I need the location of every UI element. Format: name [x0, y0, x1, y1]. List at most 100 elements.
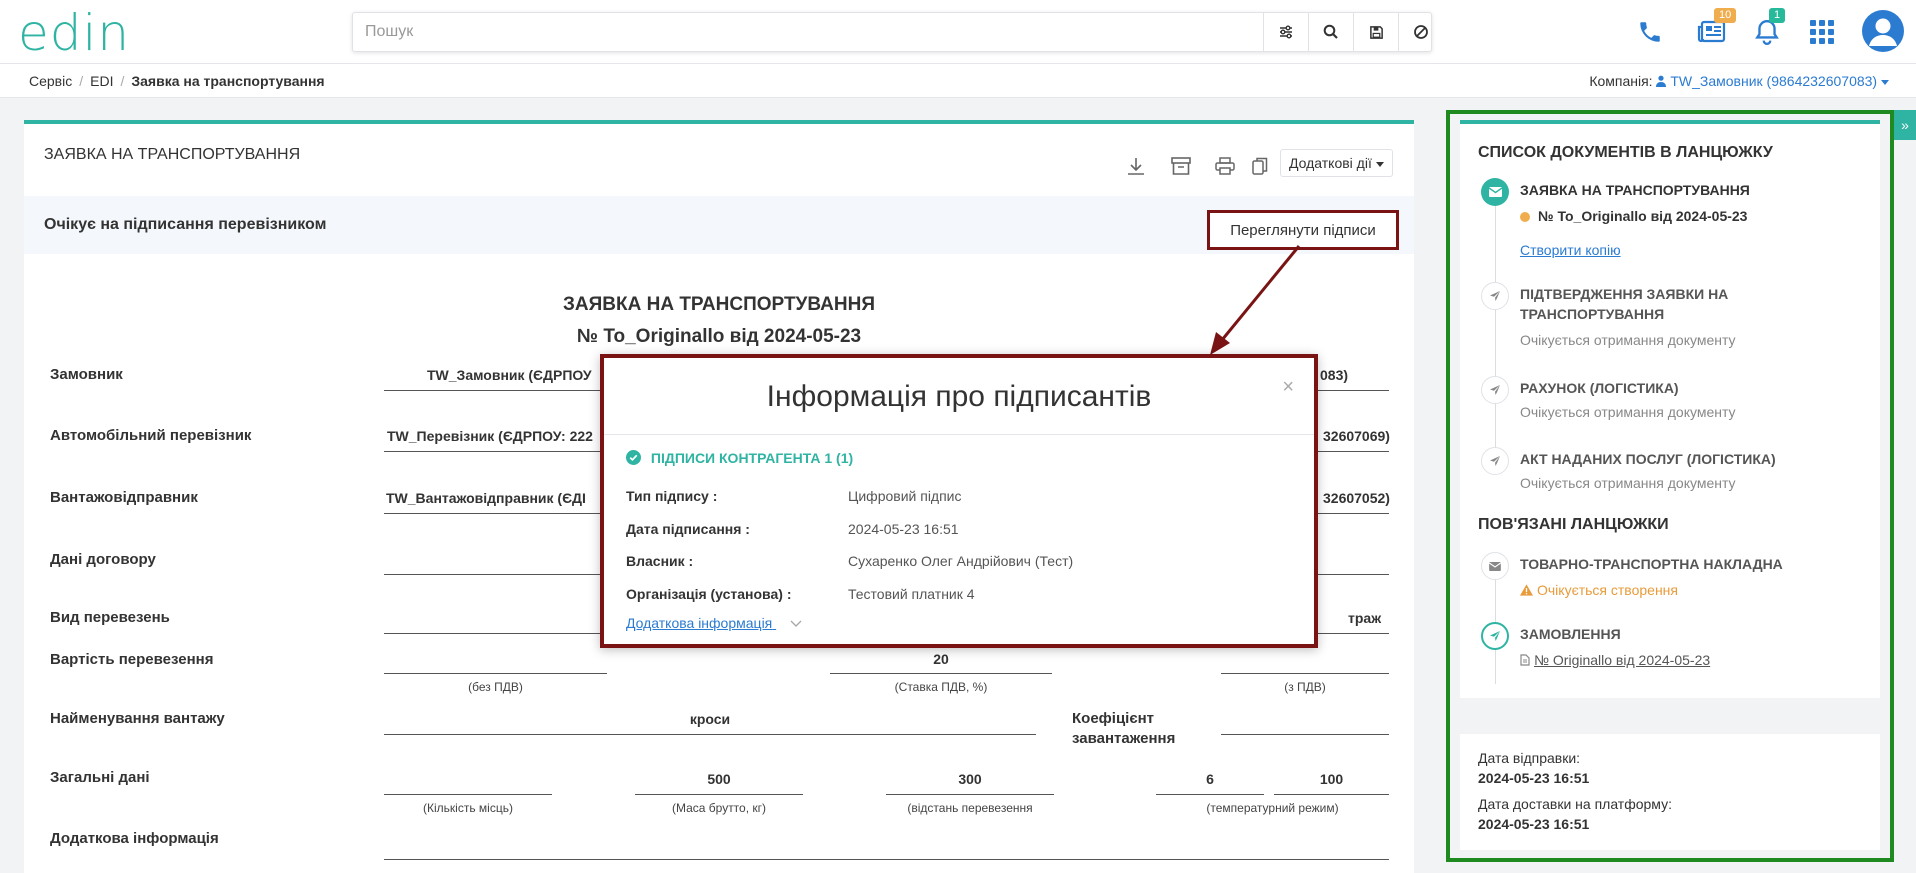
general-label: Загальні дані — [50, 769, 150, 786]
breadcrumb-item-service[interactable]: Сервіс — [29, 73, 72, 89]
save-search-button[interactable] — [1353, 13, 1398, 51]
shipper-value-tail: 32607052) — [1323, 490, 1390, 506]
print-button[interactable] — [1211, 152, 1239, 180]
document-header-title: ЗАЯВКА НА ТРАНСПОРТУВАННЯ — [44, 146, 301, 163]
delivered-date-value: 2024-05-23 16:51 — [1478, 816, 1590, 832]
carrier-value: TW_Перевізник (ЄДРПОУ: 222 — [387, 428, 593, 444]
collapse-panel-button[interactable]: » — [1894, 110, 1916, 140]
temp-max-value: 100 — [1319, 771, 1344, 787]
places-caption: (Кількість місць) — [423, 801, 513, 815]
sig-type-label: Тип підпису : — [626, 488, 718, 504]
additional-info-link: Додаткова інформація — [626, 615, 773, 631]
breadcrumb-item-edi[interactable]: EDI — [90, 73, 113, 89]
cost-with-vat-underline — [1221, 673, 1389, 674]
caret-down-icon — [1881, 80, 1889, 85]
chain-item-1-name[interactable]: ЗАЯВКА НА ТРАНСПОРТУВАННЯ — [1520, 180, 1750, 200]
sig-owner-value: Сухаренко Олег Андрійович (Тест) — [848, 553, 1074, 569]
customer-value: TW_Замовник (ЄДРПОУ — [427, 367, 592, 383]
transport-type-value-tail: траж — [1348, 610, 1382, 626]
sig-org-label: Організація (установа) : — [626, 586, 792, 602]
view-signatures-button[interactable]: Переглянути підписи — [1207, 210, 1399, 250]
chain-item-3-marker — [1481, 376, 1509, 404]
document-status: Очікує на підписання перевізником — [44, 216, 327, 233]
notifications-button[interactable]: 1 — [1747, 8, 1787, 54]
check-circle-icon — [626, 450, 641, 465]
more-actions-dropdown[interactable]: Додаткові дії — [1280, 149, 1393, 177]
related-1-name[interactable]: ТОВАРНО-ТРАНСПОРТНА НАКЛАДНА — [1520, 554, 1783, 574]
news-button[interactable]: 10 — [1692, 8, 1737, 54]
chain-item-2-marker — [1481, 282, 1509, 310]
search-input[interactable] — [365, 13, 1245, 51]
document-title: ЗАЯВКА НА ТРАНСПОРТУВАННЯ — [563, 294, 875, 315]
contract-label: Дані договору — [50, 551, 156, 568]
chain-item-1-number: № To_Originallo від 2024-05-23 — [1520, 206, 1747, 226]
signature-group-label: ПІДПИСИ КОНТРАГЕНТА 1 (1) — [650, 450, 854, 466]
sig-date-value: 2024-05-23 16:51 — [848, 521, 959, 537]
ban-icon — [1414, 25, 1428, 39]
phone-icon — [1640, 22, 1660, 42]
related-2-document-link[interactable]: № Originallo від 2024-05-23 — [1520, 652, 1710, 668]
copy-icon — [1252, 157, 1268, 175]
related-2-name[interactable]: ЗАМОВЛЕННЯ — [1520, 624, 1621, 644]
filter-settings-button[interactable] — [1263, 13, 1308, 51]
chain-item-2-status: Очікується отримання документу — [1520, 332, 1736, 348]
archive-button[interactable] — [1167, 152, 1195, 180]
shipper-value: TW_Вантажовідправник (ЄДІ — [386, 490, 586, 506]
chain-item-4-marker — [1481, 447, 1509, 475]
transport-type-label: Вид перевезень — [50, 609, 170, 626]
breadcrumb-current: Заявка на транспортування — [131, 73, 325, 89]
user-avatar[interactable] — [1862, 10, 1904, 52]
cargo-value: кроси — [689, 711, 731, 727]
status-dot — [1520, 212, 1530, 222]
sig-date-label: Дата підписання : — [626, 521, 750, 537]
reset-search-button[interactable] — [1398, 13, 1443, 51]
distance-underline — [886, 794, 1054, 795]
user-small-icon — [1656, 75, 1667, 87]
apps-button[interactable] — [1802, 10, 1842, 54]
modal-close-button[interactable]: × — [1282, 376, 1294, 399]
company-dropdown[interactable]: TW_Замовник (9864232607083) — [1656, 73, 1889, 89]
related-1-marker — [1481, 552, 1509, 580]
chain-panel: СПИСОК ДОКУМЕНТІВ В ЛАНЦЮЖКУ ЗАЯВКА НА Т… — [1460, 120, 1880, 698]
create-copy-link[interactable]: Створити копію — [1520, 242, 1621, 258]
cost-no-vat-caption: (без ПДВ) — [468, 680, 523, 694]
chain-item-2-name-1[interactable]: ПІДТВЕРДЖЕННЯ ЗАЯВКИ НА — [1520, 284, 1728, 304]
coef-label-2: завантаження — [1072, 730, 1176, 747]
temp-min-value: 6 — [1206, 771, 1214, 787]
sliders-icon — [1280, 25, 1292, 39]
modal-title: Інформація про підписантів — [766, 380, 1152, 413]
chain-item-3-name[interactable]: РАХУНОК (ЛОГІСТИКА) — [1520, 378, 1679, 398]
document-number: № To_Originallo від 2024-05-23 — [576, 326, 862, 347]
envelope-icon — [1489, 561, 1501, 571]
search-button[interactable] — [1308, 13, 1353, 51]
vat-rate-value: 20 — [933, 651, 949, 667]
document-chain-sidebar: СПИСОК ДОКУМЕНТІВ В ЛАНЦЮЖКУ ЗАЯВКА НА Т… — [1446, 110, 1894, 862]
signers-info-modal: Інформація про підписантів × ПІДПИСИ КОН… — [600, 354, 1318, 648]
phone-button[interactable] — [1630, 10, 1670, 54]
delivered-date-label: Дата доставки на платформу: — [1478, 796, 1672, 812]
coef-label-1: Коефіцієнт — [1072, 710, 1155, 727]
company-name: TW_Замовник (9864232607083) — [1670, 73, 1878, 89]
chain-item-2-name-2[interactable]: ТРАНСПОРТУВАННЯ — [1520, 304, 1664, 324]
paper-plane-icon — [1490, 291, 1500, 301]
distance-value: 300 — [958, 771, 982, 787]
chain-title: СПИСОК ДОКУМЕНТІВ В ЛАНЦЮЖКУ — [1478, 144, 1773, 161]
places-underline — [384, 794, 552, 795]
temp-caption: (температурний режим) — [1206, 801, 1339, 815]
temp-max-underline — [1274, 794, 1389, 795]
temp-min-underline — [1156, 794, 1264, 795]
copy-button[interactable] — [1246, 152, 1274, 180]
gross-weight-value: 500 — [707, 771, 731, 787]
chain-item-4-name[interactable]: АКТ НАДАНИХ ПОСЛУГ (ЛОГІСТИКА) — [1520, 449, 1776, 469]
double-chevron-right-icon: » — [1901, 117, 1909, 133]
sig-type-value: Цифровий підпис — [848, 488, 962, 504]
additional-info-toggle[interactable]: Додаткова інформація — [626, 615, 802, 631]
company-selector: Компанія: TW_Замовник (9864232607083) — [1589, 73, 1889, 89]
signature-group-header: ПІДПИСИ КОНТРАГЕНТА 1 (1) — [626, 450, 853, 466]
status-bar: Очікує на підписання перевізником — [24, 196, 1414, 254]
related-chains-title: ПОВ'ЯЗАНІ ЛАНЦЮЖКИ — [1478, 516, 1669, 533]
delivery-info-panel: Дата відправки: 2024-05-23 16:51 Дата до… — [1460, 734, 1880, 850]
download-button[interactable] — [1122, 152, 1150, 180]
edin-logo[interactable]: edin — [18, 8, 130, 58]
breadcrumb-bar: Сервіс / EDI / Заявка на транспортування Ком… — [0, 64, 1916, 98]
